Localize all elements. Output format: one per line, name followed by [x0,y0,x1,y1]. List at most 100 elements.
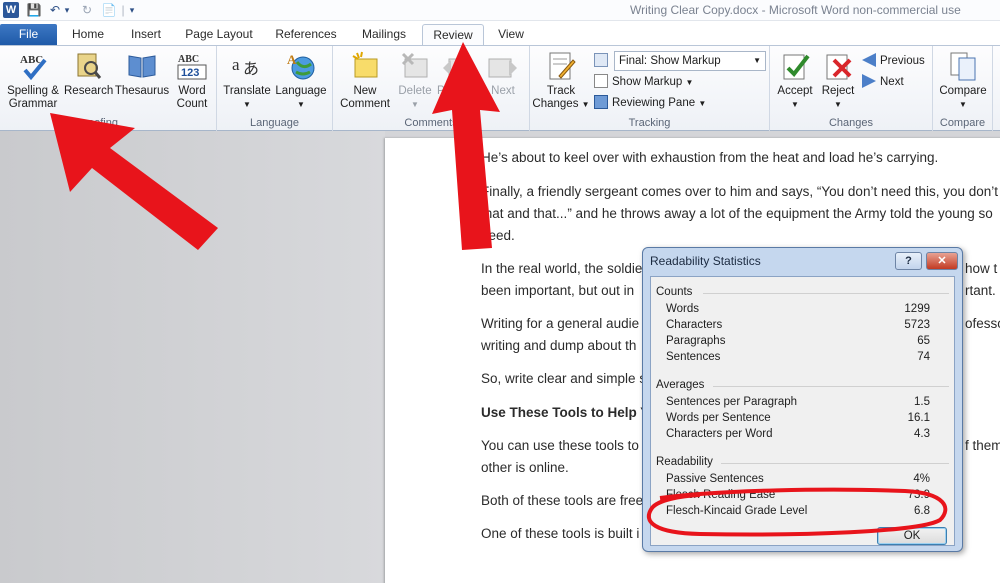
undo-dropdown-icon[interactable]: ▾ [62,2,72,18]
compare-dropdown-icon[interactable]: ▼ [959,100,967,109]
delete-label: Delete [398,85,432,97]
group-label-comments: Comments [404,117,458,129]
words-value: 1299 [904,303,930,315]
sentences-label: Sentences [666,351,721,363]
group-label-changes: Changes [828,117,874,129]
new-comment-button[interactable]: New Comment [337,50,393,111]
words-label: Words [666,303,700,315]
delete-comment-button[interactable]: Delete ▼ [395,50,435,111]
reject-dropdown-icon[interactable]: ▼ [834,100,842,109]
doc-paragraph-2-line-1: Finally, a friendly sergeant comes over … [481,184,999,199]
delete-comment-icon [401,52,428,78]
group-label-language: Language [250,117,299,129]
doc-paragraph-1: He’s about to keel over with exhaustion … [481,150,939,165]
track-changes-label: Track [546,85,576,97]
section-counts: Counts [656,286,693,298]
counts-divider [703,293,949,294]
translate-label: Translate [223,85,271,97]
reject-button[interactable]: Reject ▼ [818,50,858,111]
new-document-icon[interactable]: 📄 [101,2,117,18]
doc-fragment-right-4: f them [965,438,1000,453]
translate-dropdown-icon[interactable]: ▼ [243,100,251,109]
next-change-button[interactable]: Next [862,72,904,92]
tab-page-layout[interactable]: Page Layout [180,24,258,45]
next-change-icon [862,74,876,88]
grammar-label: Grammar [8,98,58,110]
word-count-icon: ABC 123 [177,54,207,80]
group-tracking: Track Changes ▼ Final: Show Markup ▼ Sho… [530,46,770,131]
new-comment-label: New [353,85,377,97]
display-for-review-dropdown[interactable]: Final: Show Markup ▼ [614,51,766,71]
group-proofing: ABC Spelling & Grammar Research Thesauru… [0,46,217,131]
word-count-button[interactable]: ABC 123 Word Count [172,50,212,111]
track-changes-button[interactable]: Track Changes ▼ [532,50,590,111]
tab-mailings[interactable]: Mailings [352,24,416,45]
language-dropdown-icon[interactable]: ▼ [297,100,305,109]
reviewing-pane-button[interactable]: Reviewing Pane ▼ [594,93,706,113]
next-comment-button[interactable]: Next [483,50,523,98]
delete-dropdown-icon[interactable]: ▼ [411,100,419,109]
ribbon-tabs: File Home Insert Page Layout References … [0,21,1000,46]
compare-button[interactable]: Compare ▼ [937,50,989,111]
previous-comment-button[interactable]: Prev [437,50,477,98]
compare-label: Compare [939,85,987,97]
characters-value: 5723 [904,319,930,331]
group-language: a あ Translate ▼ A Language ▼ Language [217,46,333,131]
group-label-proofing: oofing [88,117,118,129]
word-count-label-2: Count [176,98,208,110]
flesch-kincaid-grade-label: Flesch-Kincaid Grade Level [666,505,808,517]
track-changes-dropdown-icon[interactable]: ▼ [582,100,590,109]
ok-button[interactable]: OK [877,527,947,545]
show-markup-label: Show Markup [612,76,683,88]
sentences-per-paragraph-label: Sentences per Paragraph [666,396,798,408]
characters-label: Characters [666,319,723,331]
display-for-review-icon [594,51,612,71]
ribbon-review: ABC Spelling & Grammar Research Thesauru… [0,45,1000,131]
previous-change-icon [862,53,876,67]
redo-icon[interactable]: ↻ [80,2,94,18]
accept-dropdown-icon[interactable]: ▼ [791,100,799,109]
group-compare: Compare ▼ Compare [933,46,993,131]
readability-divider [721,463,949,464]
thesaurus-button[interactable]: Thesaurus [114,50,170,98]
language-button[interactable]: A Language ▼ [273,50,329,111]
reject-label: Reject [821,85,855,97]
tab-insert[interactable]: Insert [122,24,170,45]
tab-file[interactable]: File [0,24,57,45]
previous-change-button[interactable]: Previous [862,51,925,71]
next-change-label: Next [880,76,904,88]
group-changes: Accept ▼ Reject ▼ Previous Next Changes [770,46,933,131]
tab-view[interactable]: View [490,24,532,45]
thesaurus-book-icon [128,55,156,78]
paragraphs-label: Paragraphs [666,335,726,347]
spelling-grammar-button[interactable]: ABC Spelling & Grammar [4,50,62,111]
language-globe-icon: A [287,52,315,80]
translate-button[interactable]: a あ Translate ▼ [221,50,273,111]
show-markup-dropdown-icon: ▼ [685,78,694,87]
tab-review[interactable]: Review [422,24,484,46]
show-markup-button[interactable]: Show Markup ▼ [594,72,693,92]
characters-per-word-value: 4.3 [914,428,930,440]
accept-icon [783,54,810,80]
close-button[interactable]: ✕ [926,252,958,270]
accept-button[interactable]: Accept ▼ [774,50,816,111]
svg-text:ABC: ABC [178,54,199,65]
doc-paragraph-2-line-2: that and that...” and he throws away a l… [481,206,993,221]
paragraphs-value: 65 [917,335,930,347]
customize-qat-icon[interactable]: ▾ [127,2,137,18]
tab-references[interactable]: References [268,24,344,45]
words-per-sentence-value: 16.1 [907,412,930,424]
save-icon[interactable]: 💾 [26,2,42,18]
track-changes-label-2: Changes [532,98,579,110]
flesch-kincaid-grade-value: 6.8 [914,505,930,517]
undo-icon[interactable]: ↶ [48,2,62,18]
markup-combo-value: Final: Show Markup [619,55,721,67]
reviewing-pane-icon [594,95,608,109]
research-button[interactable]: Research [64,50,113,98]
tab-home[interactable]: Home [64,24,112,45]
doc-fragment-right-1: how t [965,261,998,276]
section-averages: Averages [656,379,705,391]
help-button[interactable]: ? [895,252,922,270]
word-app-icon[interactable]: W [3,2,19,18]
svg-text:A: A [287,52,297,67]
